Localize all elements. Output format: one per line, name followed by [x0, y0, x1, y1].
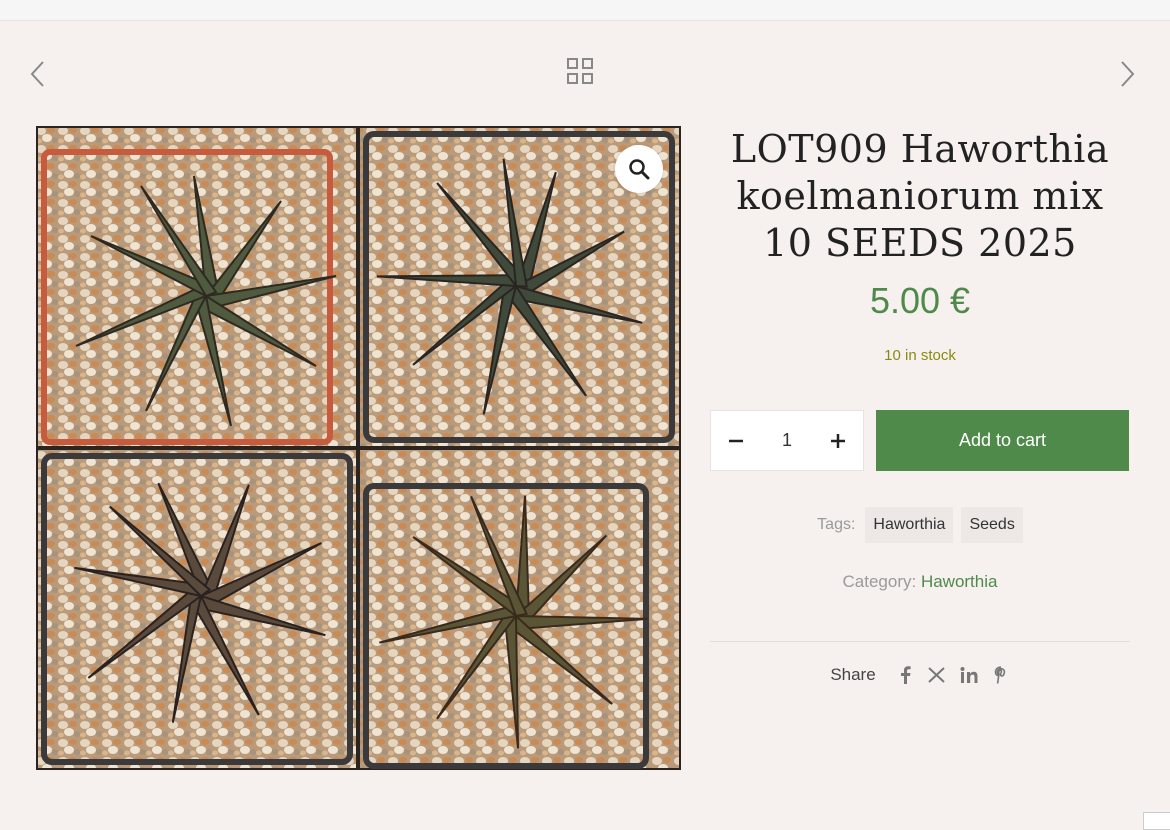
product-title: LOT909 Haworthia koelmaniorum mix 10 SEE…	[730, 127, 1110, 265]
next-product-button[interactable]	[1113, 56, 1143, 92]
product-tags: Tags: Haworthia Seeds	[710, 507, 1130, 543]
quantity-decrease-button[interactable]	[711, 411, 761, 470]
top-bar	[0, 0, 1170, 21]
plus-icon	[831, 433, 845, 448]
product-category: Category: Haworthia	[710, 572, 1130, 592]
tag-haworthia[interactable]: Haworthia	[865, 507, 954, 543]
share-label: Share	[830, 665, 876, 684]
chevron-left-icon	[30, 61, 44, 87]
zoom-button[interactable]	[615, 145, 663, 193]
tags-label: Tags:	[817, 516, 856, 533]
divider	[710, 641, 1130, 642]
x-icon[interactable]	[928, 667, 946, 683]
facebook-icon[interactable]	[896, 666, 914, 684]
back-to-shop-grid-button[interactable]	[566, 57, 594, 85]
pinterest-icon[interactable]	[992, 666, 1010, 684]
chevron-right-icon	[1121, 61, 1135, 87]
product-photo	[36, 126, 681, 770]
previous-product-button[interactable]	[22, 56, 52, 92]
magnifier-icon	[629, 159, 650, 180]
tag-seeds[interactable]: Seeds	[961, 507, 1023, 543]
product-image[interactable]	[36, 126, 681, 770]
quantity-input[interactable]	[761, 411, 813, 470]
add-to-cart-button[interactable]: Add to cart	[876, 410, 1129, 471]
category-label: Category:	[842, 572, 917, 591]
stock-status: 10 in stock	[884, 347, 956, 364]
product-price: 5.00 €	[869, 280, 971, 321]
quantity-increase-button[interactable]	[813, 411, 863, 470]
grid-icon	[567, 58, 593, 84]
linkedin-icon[interactable]	[960, 667, 978, 683]
corner-widget[interactable]	[1143, 812, 1170, 830]
share-bar: Share	[710, 665, 1130, 685]
quantity-stepper	[710, 410, 864, 471]
minus-icon	[729, 439, 743, 442]
category-link[interactable]: Haworthia	[921, 572, 998, 591]
